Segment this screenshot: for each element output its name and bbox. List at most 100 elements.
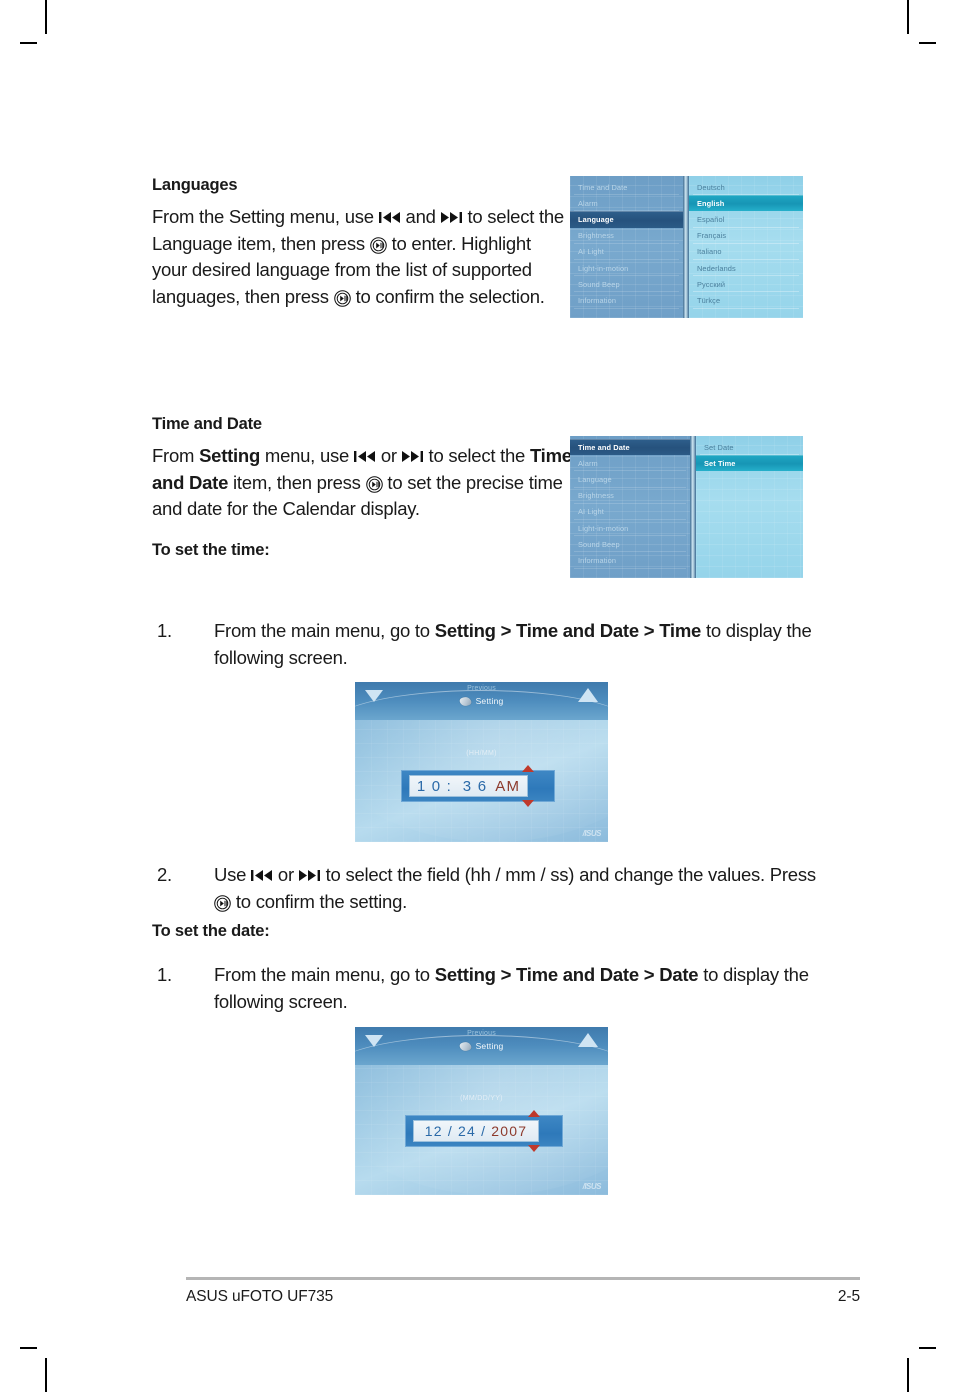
manual-page: Languages From the Setting menu, use and… bbox=[0, 0, 954, 1392]
language-menu-left-panel: Time and Date Alarm Language Brightness … bbox=[570, 176, 683, 318]
next-button-icon bbox=[440, 211, 463, 224]
menu-item[interactable]: AI Light bbox=[570, 244, 683, 261]
menu-item-label: Time and Date bbox=[578, 442, 630, 452]
menu-item-label: Language bbox=[578, 474, 612, 484]
date-month-value[interactable]: 12 / bbox=[425, 1123, 453, 1139]
menu-item[interactable]: Alarm bbox=[570, 455, 690, 472]
menu-item[interactable]: Alarm bbox=[570, 195, 683, 212]
date-value-field[interactable]: 12 / 24 / 2007 bbox=[405, 1110, 563, 1152]
menu-item-label: Light-in-motion bbox=[578, 523, 629, 533]
time-and-date-heading: Time and Date bbox=[152, 415, 262, 433]
language-item-label: Deutsch bbox=[697, 182, 725, 192]
play-pause-button-icon-4 bbox=[214, 894, 231, 912]
prev-button-icon bbox=[251, 869, 273, 882]
timedate-options-list: Set Date Set Time bbox=[696, 436, 803, 472]
value-decrement-icon[interactable] bbox=[522, 800, 534, 807]
language-item[interactable]: Русский bbox=[689, 276, 803, 293]
languages-text-2: and bbox=[400, 206, 441, 227]
menu-item[interactable]: Information bbox=[570, 552, 690, 569]
asus-logo: /ISUS bbox=[582, 1182, 602, 1191]
time-separator: : bbox=[441, 777, 463, 795]
previous-label[interactable]: Previous bbox=[355, 685, 608, 692]
language-item-label: Türkçe bbox=[697, 295, 721, 305]
value-increment-icon[interactable] bbox=[528, 1110, 540, 1117]
figure-time-setting-screen: Previous Setting (HH/MM) 1 0 : 3 6 AM /IS… bbox=[355, 682, 608, 842]
time-and-date-section: Time and Date From Setting menu, use or … bbox=[152, 415, 572, 560]
languages-text-5: to confirm the selection. bbox=[350, 285, 545, 307]
language-item-label: English bbox=[697, 198, 725, 208]
crop-mark-top-right-horizontal bbox=[919, 42, 936, 44]
screen-title: Setting bbox=[475, 696, 504, 706]
list-item: 2. Use or to select the field (hh / mm / … bbox=[152, 862, 822, 915]
time-step-2-block: 2. Use or to select the field (hh / mm / … bbox=[152, 862, 822, 941]
step-path-bold: Setting > Time and Date > Time bbox=[434, 620, 702, 641]
time-value-field[interactable]: 1 0 : 3 6 AM bbox=[401, 765, 555, 807]
menu-item[interactable]: Sound Beep bbox=[570, 276, 683, 293]
menu-item-label: Sound Beep bbox=[578, 539, 620, 549]
screen-title-row: Setting bbox=[355, 695, 608, 707]
menu-item[interactable]: Light-in-motion bbox=[570, 260, 683, 277]
language-menu-right-panel: Deutsch English Español Français Italian… bbox=[689, 176, 803, 318]
language-item[interactable]: Deutsch bbox=[689, 179, 803, 196]
step2-text-b: or bbox=[273, 864, 299, 885]
crop-mark-bottom-right-vertical bbox=[907, 1358, 909, 1392]
date-day-value[interactable]: 24 bbox=[453, 1123, 481, 1139]
td-text-2: menu, use bbox=[260, 445, 354, 466]
td-text-3: or bbox=[375, 445, 402, 466]
language-item-label: Русский bbox=[697, 279, 726, 289]
prev-button-icon bbox=[378, 211, 401, 224]
figure-language-menu: Time and Date Alarm Language Brightness … bbox=[570, 176, 803, 318]
play-pause-button-icon-3 bbox=[365, 475, 383, 493]
menu-item-label: Alarm bbox=[578, 198, 598, 208]
figure-date-setting-screen: Previous Setting (MM/DD/YY) 12 / 24 / 20… bbox=[355, 1027, 608, 1195]
menu-item[interactable]: Time and Date bbox=[570, 179, 683, 196]
menu-item-label: Language bbox=[578, 214, 614, 224]
td-text-5: item, then press bbox=[228, 471, 366, 493]
next-button-icon bbox=[298, 869, 321, 882]
crop-mark-top-right-vertical bbox=[907, 0, 909, 34]
date-value-inner: 12 / 24 / 2007 bbox=[413, 1120, 539, 1142]
figure-timedate-menu: Time and Date Alarm Language Brightness … bbox=[570, 436, 803, 578]
menu-item[interactable]: Brightness bbox=[570, 488, 690, 504]
menu-item[interactable]: Light-in-motion bbox=[570, 520, 690, 537]
language-item[interactable]: Italiano bbox=[689, 244, 803, 261]
step2-text-c: to select the field (hh / mm / ss) and c… bbox=[320, 864, 816, 885]
language-item[interactable]: Türkçe bbox=[689, 292, 803, 309]
list-item-number: 1. bbox=[157, 620, 172, 641]
menu-item-label: AI Light bbox=[578, 507, 604, 517]
language-item[interactable]: Español bbox=[689, 211, 803, 228]
list-item: 1. From the main menu, go to Setting > Ti… bbox=[152, 962, 822, 1015]
menu-item-label: Information bbox=[578, 555, 617, 565]
menu-item[interactable]: Brightness bbox=[570, 228, 683, 244]
date-year-value[interactable]: 2007 bbox=[491, 1123, 527, 1139]
language-item[interactable]: Français bbox=[689, 228, 803, 244]
list-item-number: 2. bbox=[157, 864, 172, 885]
step2-text-d: to confirm the setting. bbox=[231, 890, 408, 912]
menu-item[interactable]: AI Light bbox=[570, 504, 690, 521]
footer-divider bbox=[186, 1277, 860, 1280]
time-steps: 1. From the main menu, go to Setting > Ti… bbox=[152, 618, 822, 671]
menu-item[interactable]: Information bbox=[570, 292, 683, 309]
menu-item-label: Sound Beep bbox=[578, 279, 620, 289]
time-ampm-value[interactable]: AM bbox=[495, 778, 520, 795]
time-format-label: (HH/MM) bbox=[466, 750, 497, 757]
value-decrement-icon[interactable] bbox=[528, 1145, 540, 1152]
menu-item-selected[interactable]: Time and Date bbox=[570, 439, 690, 456]
timedate-option-selected[interactable]: Set Time bbox=[696, 455, 803, 472]
timedate-option[interactable]: Set Date bbox=[696, 439, 803, 456]
date-step-text-a: From the main menu, go to bbox=[214, 964, 435, 985]
menu-item[interactable]: Sound Beep bbox=[570, 536, 690, 553]
time-minute-value[interactable]: 3 6 bbox=[463, 778, 487, 795]
previous-label[interactable]: Previous bbox=[355, 1030, 608, 1037]
crop-mark-top-left-horizontal bbox=[20, 42, 37, 44]
time-hour-value[interactable]: 1 0 bbox=[417, 778, 441, 795]
footer-page-number: 2-5 bbox=[837, 1288, 860, 1305]
menu-item-selected[interactable]: Language bbox=[570, 211, 683, 228]
menu-item[interactable]: Language bbox=[570, 471, 690, 488]
menu-item-label: Time and Date bbox=[578, 182, 628, 192]
value-increment-icon[interactable] bbox=[522, 765, 534, 772]
language-item-selected[interactable]: English bbox=[689, 195, 803, 212]
language-item[interactable]: Nederlands bbox=[689, 260, 803, 277]
crop-mark-bottom-left-vertical bbox=[45, 1358, 47, 1392]
setting-gear-icon bbox=[458, 1040, 472, 1052]
